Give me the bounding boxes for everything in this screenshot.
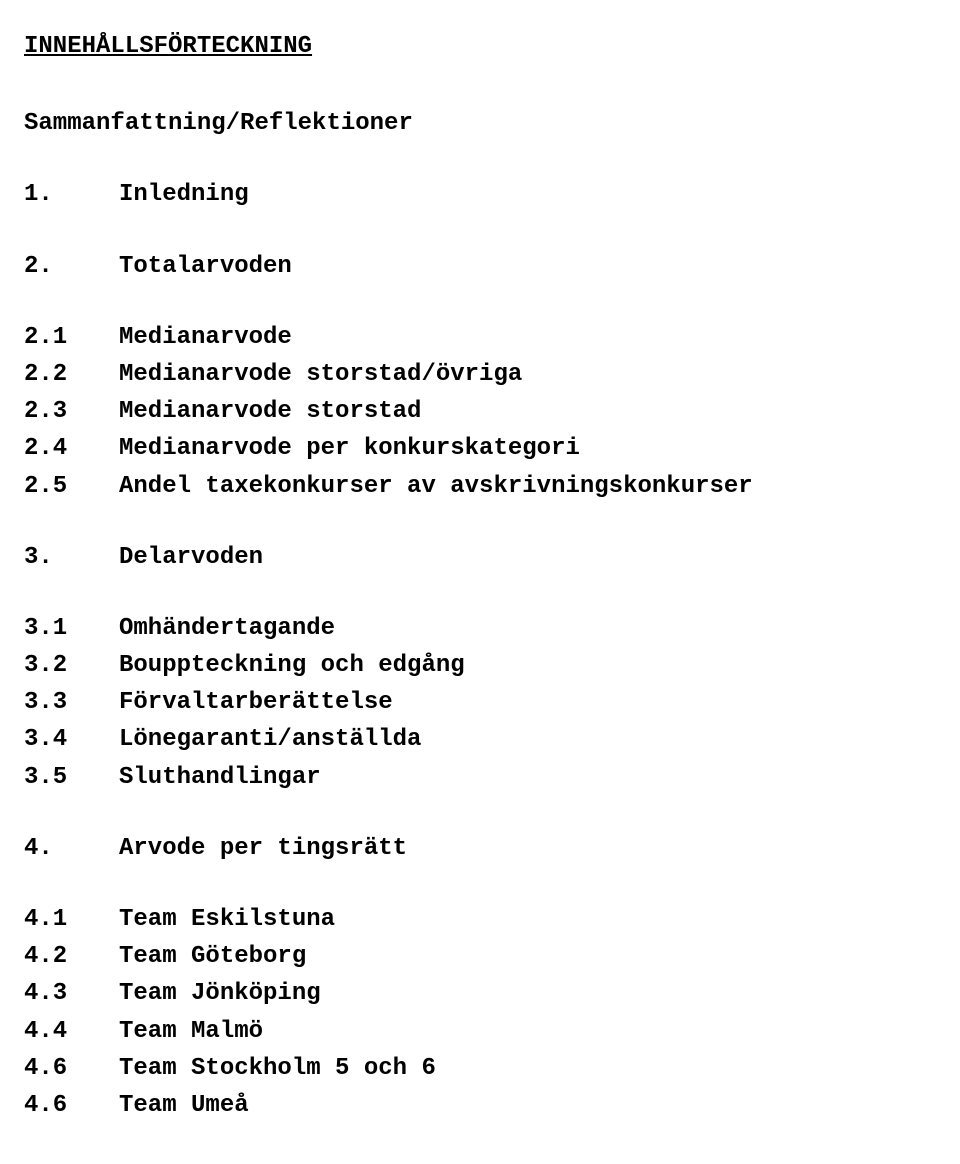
toc-row: 4.1Team Eskilstuna [24, 901, 940, 938]
toc-text: Team Umeå [119, 1087, 249, 1124]
toc-number: 3.2 [24, 647, 119, 684]
toc-row: 2.3Medianarvode storstad [24, 393, 940, 430]
toc-text: Omhändertagande [119, 610, 335, 647]
toc-number: 4.2 [24, 938, 119, 975]
toc-text: Medianarvode storstad/övriga [119, 356, 522, 393]
toc-number: 3.5 [24, 759, 119, 796]
group-gap [24, 867, 940, 901]
toc-text: Lönegaranti/anställda [119, 721, 421, 758]
toc-row: 4.3Team Jönköping [24, 975, 940, 1012]
toc-row: 4.2Team Göteborg [24, 938, 940, 975]
toc-number: 3.3 [24, 684, 119, 721]
group-gap [24, 505, 940, 539]
toc-number: 4.6 [24, 1050, 119, 1087]
toc-number: 4.3 [24, 975, 119, 1012]
toc-number: 2.5 [24, 468, 119, 505]
toc-number: 3.1 [24, 610, 119, 647]
toc-number: 3. [24, 539, 119, 576]
toc-number: 4.6 [24, 1087, 119, 1124]
toc-row: 3.5Sluthandlingar [24, 759, 940, 796]
toc-row: 4.4Team Malmö [24, 1013, 940, 1050]
toc-row: 2.1Medianarvode [24, 319, 940, 356]
subtitle: Sammanfattning/Reflektioner [24, 105, 940, 142]
toc-row: 2.2Medianarvode storstad/övriga [24, 356, 940, 393]
toc-number: 4.4 [24, 1013, 119, 1050]
group-gap [24, 796, 940, 830]
toc-row: 3.4Lönegaranti/anställda [24, 721, 940, 758]
toc-text: Medianarvode [119, 319, 292, 356]
toc-row: 4.6Team Stockholm 5 och 6 [24, 1050, 940, 1087]
group-gap [24, 142, 940, 176]
toc-row: 3.Delarvoden [24, 539, 940, 576]
toc-text: Team Malmö [119, 1013, 263, 1050]
toc-row: 4.Arvode per tingsrätt [24, 830, 940, 867]
page: INNEHÅLLSFÖRTECKNING Sammanfattning/Refl… [0, 0, 960, 1164]
toc-row: 2.4Medianarvode per konkurskategori [24, 430, 940, 467]
toc-number: 2.3 [24, 393, 119, 430]
toc-row: 4.6Team Umeå [24, 1087, 940, 1124]
toc-text: Arvode per tingsrätt [119, 830, 407, 867]
toc-text: Totalarvoden [119, 248, 292, 285]
toc-text: Medianarvode storstad [119, 393, 421, 430]
toc-text: Bouppteckning och edgång [119, 647, 465, 684]
group-gap [24, 576, 940, 610]
toc-text: Förvaltarberättelse [119, 684, 393, 721]
toc-text: Andel taxekonkurser av avskrivningskonku… [119, 468, 753, 505]
toc-text: Team Eskilstuna [119, 901, 335, 938]
toc-row: 3.3Förvaltarberättelse [24, 684, 940, 721]
toc-text: Team Stockholm 5 och 6 [119, 1050, 436, 1087]
toc-number: 4. [24, 830, 119, 867]
toc-row: 3.1Omhändertagande [24, 610, 940, 647]
toc-number: 4.1 [24, 901, 119, 938]
toc-row: 3.2Bouppteckning och edgång [24, 647, 940, 684]
group-gap [24, 285, 940, 319]
table-of-contents: 1.Inledning2.Totalarvoden2.1Medianarvode… [24, 142, 940, 1124]
toc-number: 2.2 [24, 356, 119, 393]
toc-number: 2.4 [24, 430, 119, 467]
toc-row: 2.5Andel taxekonkurser av avskrivningsko… [24, 468, 940, 505]
toc-row: 1.Inledning [24, 176, 940, 213]
toc-number: 1. [24, 176, 119, 213]
toc-text: Sluthandlingar [119, 759, 321, 796]
toc-text: Medianarvode per konkurskategori [119, 430, 580, 467]
toc-text: Team Jönköping [119, 975, 321, 1012]
toc-number: 3.4 [24, 721, 119, 758]
toc-number: 2. [24, 248, 119, 285]
group-gap [24, 214, 940, 248]
toc-row: 2.Totalarvoden [24, 248, 940, 285]
toc-text: Team Göteborg [119, 938, 306, 975]
toc-text: Inledning [119, 176, 249, 213]
toc-text: Delarvoden [119, 539, 263, 576]
page-title: INNEHÅLLSFÖRTECKNING [24, 28, 940, 65]
toc-number: 2.1 [24, 319, 119, 356]
